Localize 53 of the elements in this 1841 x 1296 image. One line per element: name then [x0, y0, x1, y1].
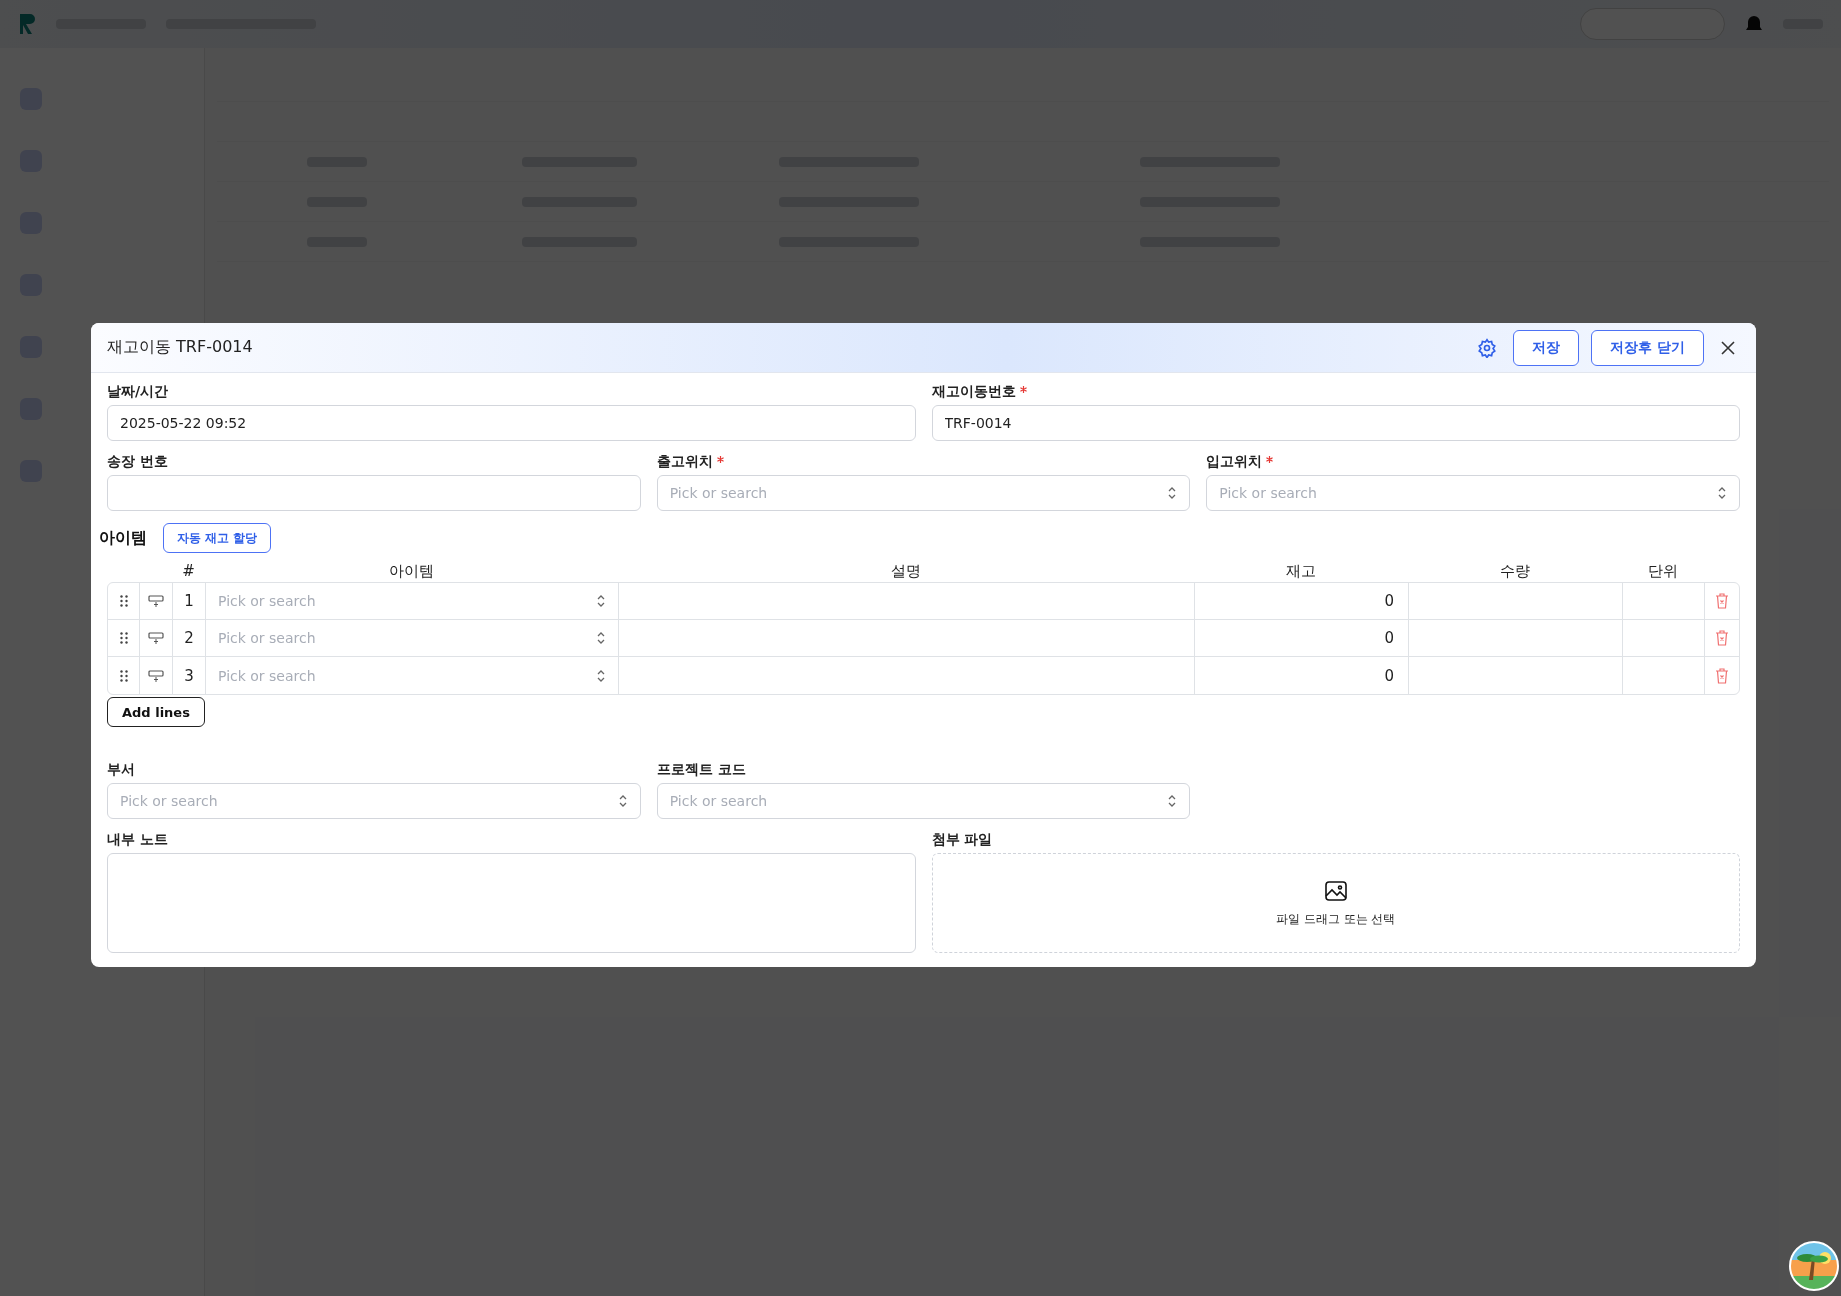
line-number: 2: [184, 629, 194, 647]
column-header: 재고: [1285, 561, 1317, 582]
close-icon: [1720, 339, 1736, 356]
delete-icon[interactable]: [1715, 667, 1729, 684]
delete-icon[interactable]: [1715, 593, 1729, 609]
insert-row-icon[interactable]: [148, 595, 164, 607]
field-label: 재고이동번호: [931, 383, 1016, 401]
drag-handle-icon[interactable]: [119, 595, 128, 607]
column-header: 설명: [890, 561, 922, 582]
line-number: 1: [184, 592, 194, 610]
dialog-title: 재고이동 TRF-0014: [107, 337, 254, 358]
field-label: 송장 번호: [107, 453, 168, 471]
delete-icon[interactable]: [1715, 630, 1729, 646]
column-header: 아이템: [388, 561, 435, 582]
chevron-updown-icon: [596, 631, 606, 645]
stock-value: 0: [1384, 629, 1394, 647]
column-header: 단위: [1647, 561, 1679, 582]
image-icon: [1323, 878, 1348, 903]
field-label: 입고위치: [1206, 453, 1263, 471]
auto-allocate-button[interactable]: 자동 재고 할당: [163, 523, 272, 553]
field-label: 출고위치: [656, 453, 713, 471]
column-header: 수량: [1499, 561, 1531, 582]
notes-field[interactable]: [107, 853, 916, 953]
stock-value: 0: [1384, 666, 1394, 685]
drop-hint: 파일 드래그 또는 선택: [1276, 910, 1396, 928]
field-label: 날짜/시간: [107, 383, 169, 401]
chevron-updown-icon: [596, 668, 606, 683]
file-drop-zone[interactable]: 파일 드래그 또는 선택: [931, 853, 1740, 953]
drag-handle-icon[interactable]: [119, 669, 128, 682]
chevron-updown-icon: [596, 594, 606, 608]
stock-value: 0: [1384, 592, 1394, 610]
add-lines-button[interactable]: Add lines: [107, 697, 205, 727]
insert-row-icon[interactable]: [148, 632, 164, 644]
chevron-updown-icon: [1167, 794, 1178, 808]
save-button[interactable]: 저장: [1513, 329, 1580, 366]
gear-icon: [1477, 337, 1498, 358]
field-label: 내부 노트: [107, 831, 169, 849]
field-label: 첨부 파일: [931, 831, 994, 849]
input-field[interactable]: 2025-05-22 09:52: [107, 405, 916, 441]
chevron-updown-icon: [617, 794, 628, 808]
insert-row-icon[interactable]: [148, 669, 164, 682]
column-header: #: [181, 561, 196, 582]
section-title: 아이템: [99, 527, 147, 549]
chevron-updown-icon: [1167, 486, 1178, 500]
input-field[interactable]: [107, 475, 641, 511]
drag-handle-icon[interactable]: [119, 632, 128, 644]
field-label: 프로젝트 코드: [656, 761, 746, 779]
field-label: 부서: [107, 761, 135, 779]
input-field[interactable]: TRF-0014: [931, 405, 1740, 441]
chevron-updown-icon: [1717, 486, 1727, 500]
line-number: 3: [184, 666, 194, 685]
logo-icon: [18, 12, 36, 36]
save-button[interactable]: 저장후 닫기: [1591, 329, 1704, 366]
